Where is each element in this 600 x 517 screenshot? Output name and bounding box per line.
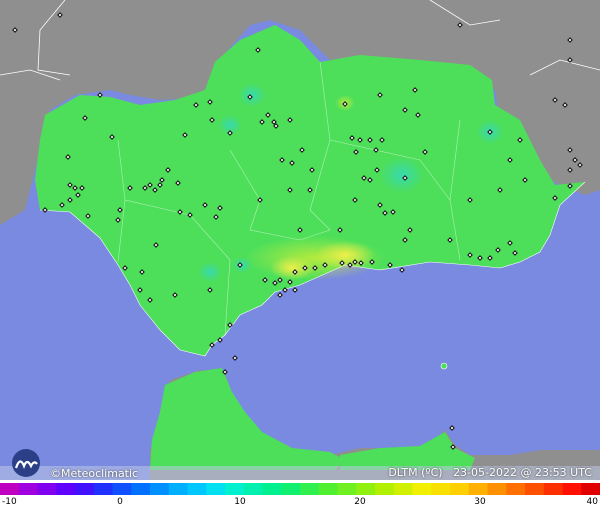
scale-swatch: [562, 483, 582, 495]
scale-swatch: [487, 483, 507, 495]
scale-swatch: [206, 483, 226, 495]
scale-tick-label: 0: [117, 497, 123, 507]
scale-swatch: [375, 483, 395, 495]
scale-swatch: [0, 483, 20, 495]
variable-label: DLTM (ºC): [388, 466, 443, 479]
timestamp-label: DLTM (ºC) 23-05-2022 @ 23:53 UTC: [388, 466, 592, 479]
scale-swatch: [187, 483, 207, 495]
temperature-map[interactable]: [0, 0, 600, 480]
map-canvas: [0, 0, 600, 480]
brand-label: ©Meteoclimatic: [50, 467, 138, 480]
scale-swatch: [393, 483, 414, 495]
scale-swatch: [18, 483, 39, 495]
scale-tick-label: 20: [354, 497, 366, 507]
scale-swatch: [112, 483, 132, 495]
scale-swatch: [56, 483, 76, 495]
scale-swatch: [450, 483, 470, 495]
scale-swatch: [337, 483, 357, 495]
scale-swatch: [262, 483, 282, 495]
scale-swatch: [300, 483, 320, 495]
scale-tick-label: -10: [2, 497, 17, 507]
scale-swatch: [318, 483, 339, 495]
scale-swatch: [75, 483, 95, 495]
scale-swatch: [468, 483, 489, 495]
copyright-symbol: ©: [50, 467, 61, 480]
color-scale-bar: [0, 483, 600, 495]
brand-name: Meteoclimatic: [61, 467, 139, 480]
scale-swatch: [356, 483, 376, 495]
scale-swatch: [581, 483, 600, 495]
color-scale: [0, 480, 600, 517]
scale-swatch: [243, 483, 264, 495]
scale-swatch: [543, 483, 564, 495]
scale-swatch: [525, 483, 545, 495]
datetime-label: 23-05-2022 @ 23:53 UTC: [453, 466, 592, 479]
scale-tick-label: 30: [474, 497, 486, 507]
scale-swatch: [281, 483, 301, 495]
scale-swatch: [150, 483, 170, 495]
scale-swatch: [412, 483, 432, 495]
scale-swatch: [431, 483, 451, 495]
scale-swatch: [37, 483, 57, 495]
meteoclimatic-logo-icon: [12, 449, 40, 477]
scale-tick-label: 10: [234, 497, 246, 507]
scale-swatch: [506, 483, 526, 495]
scale-swatch: [131, 483, 151, 495]
scale-swatch: [93, 483, 114, 495]
scale-tick-label: 40: [586, 497, 598, 507]
scale-swatch: [168, 483, 189, 495]
scale-swatch: [225, 483, 245, 495]
